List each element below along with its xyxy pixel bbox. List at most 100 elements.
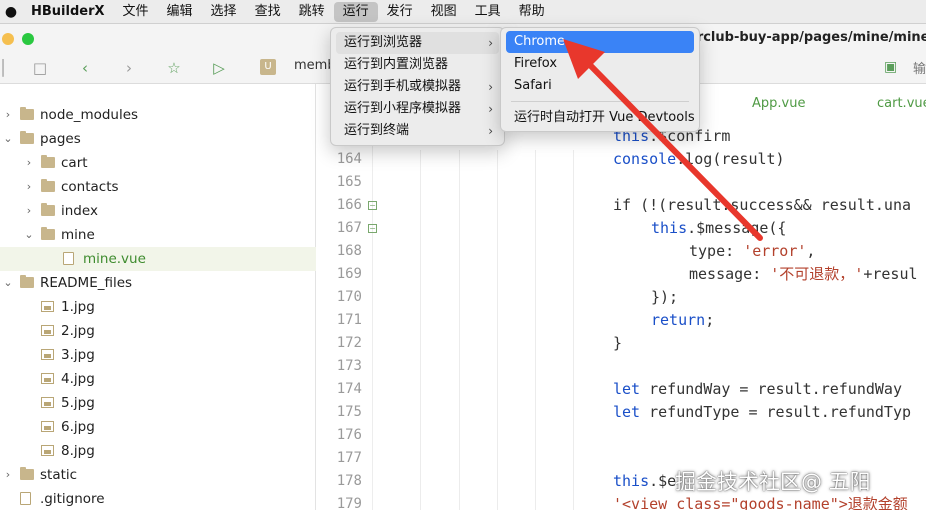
back-icon[interactable]: ‹ bbox=[76, 59, 94, 77]
tab-cart-vue[interactable]: cart.vue bbox=[877, 96, 926, 111]
chevron-right-icon: › bbox=[488, 102, 493, 116]
menu-find[interactable]: 查找 bbox=[246, 0, 290, 24]
tree-item-static[interactable]: › static bbox=[0, 463, 316, 487]
tree-item-label: .gitignore bbox=[40, 491, 105, 507]
tree-item-cart[interactable]: › cart bbox=[0, 151, 316, 175]
menu-select[interactable]: 选择 bbox=[202, 0, 246, 24]
fold-icon[interactable]: − bbox=[368, 224, 377, 233]
line-number: 176 bbox=[336, 427, 362, 443]
menu-goto[interactable]: 跳转 bbox=[290, 0, 334, 24]
tree-item-label: README_files bbox=[40, 275, 133, 291]
tree-item-contacts[interactable]: › contacts bbox=[0, 175, 316, 199]
watermark: 掘金技术社区@ 五阳 bbox=[675, 470, 871, 494]
tree-item-8-jpg[interactable]: 8.jpg bbox=[0, 439, 316, 463]
code-line: }); bbox=[651, 286, 678, 309]
line-number: 165 bbox=[336, 174, 362, 190]
menu-item-firefox[interactable]: Firefox bbox=[506, 53, 694, 75]
chevron-right-icon[interactable]: › bbox=[2, 463, 14, 487]
tree-item-label: cart bbox=[61, 155, 88, 171]
tree-item-readme-files[interactable]: ⌄ README_files bbox=[0, 271, 316, 295]
tree-item-pages[interactable]: ⌄ pages bbox=[0, 127, 316, 151]
line-number: 170 bbox=[336, 289, 362, 305]
line-number: 174 bbox=[336, 381, 362, 397]
code-line: if (!(result.success&& result.una bbox=[613, 194, 911, 217]
menu-edit[interactable]: 编辑 bbox=[158, 0, 202, 24]
chevron-right-icon[interactable]: › bbox=[2, 103, 14, 127]
vue-file-icon: U bbox=[260, 59, 276, 75]
menu-item-label: 运行到内置浏览器 bbox=[344, 57, 449, 72]
tree-item-label: 2.jpg bbox=[61, 323, 95, 339]
code-token: let bbox=[613, 403, 641, 421]
menu-item-vue-devtools[interactable]: 运行时自动打开 Vue Devtools bbox=[506, 107, 695, 129]
menu-help[interactable]: 帮助 bbox=[510, 0, 554, 24]
menu-item-run-browser[interactable]: 运行到浏览器 › bbox=[336, 32, 499, 54]
chevron-right-icon: › bbox=[488, 124, 493, 138]
chevron-right-icon[interactable]: › bbox=[23, 175, 35, 199]
preview-icon[interactable]: ▣ bbox=[884, 59, 897, 75]
minimize-button[interactable] bbox=[2, 33, 14, 45]
folder-icon bbox=[41, 203, 55, 216]
chevron-down-icon[interactable]: ⌄ bbox=[2, 127, 14, 151]
menu-publish[interactable]: 发行 bbox=[378, 0, 422, 24]
chevron-down-icon[interactable]: ⌄ bbox=[23, 223, 35, 247]
code-line: message: '不可退款，'+resul bbox=[689, 263, 918, 286]
indent-guide bbox=[573, 150, 574, 510]
menu-item-run-builtin-browser[interactable]: 运行到内置浏览器 bbox=[336, 54, 499, 76]
code-token: }); bbox=[651, 288, 679, 306]
run-icon[interactable]: ▷ bbox=[210, 59, 228, 77]
menu-item-chrome[interactable]: Chrome bbox=[506, 31, 694, 53]
code-line: console.log(result) bbox=[613, 148, 785, 171]
save-icon[interactable]: □ bbox=[31, 59, 49, 77]
code-line: } bbox=[613, 332, 622, 355]
tree-item-6-jpg[interactable]: 6.jpg bbox=[0, 415, 316, 439]
tree-item-gitignore[interactable]: .gitignore bbox=[0, 487, 316, 510]
chevron-right-icon: › bbox=[488, 36, 493, 50]
line-number: 173 bbox=[336, 358, 362, 374]
chevron-down-icon[interactable]: ⌄ bbox=[2, 271, 14, 295]
tree-item-1-jpg[interactable]: 1.jpg bbox=[0, 295, 316, 319]
tree-item-mine-vue[interactable]: mine.vue bbox=[0, 247, 316, 271]
menu-item-label: 运行到手机或模拟器 bbox=[344, 79, 462, 94]
code-token: 'error' bbox=[743, 242, 807, 260]
indent-guide bbox=[535, 150, 536, 510]
tree-item-label: pages bbox=[40, 131, 81, 147]
menu-item-safari[interactable]: Safari bbox=[506, 75, 694, 97]
tree-item-index[interactable]: › index bbox=[0, 199, 316, 223]
image-file-icon bbox=[41, 349, 54, 360]
folder-icon bbox=[41, 227, 55, 240]
tree-item-label: 5.jpg bbox=[61, 395, 95, 411]
preview-label[interactable]: 输 bbox=[913, 58, 926, 77]
menu-run[interactable]: 运行 bbox=[333, 1, 378, 22]
tree-item-4-jpg[interactable]: 4.jpg bbox=[0, 367, 316, 391]
star-icon[interactable]: ☆ bbox=[165, 59, 183, 77]
line-number: 175 bbox=[336, 404, 362, 420]
line-number: 169 bbox=[336, 266, 362, 282]
tree-item-2-jpg[interactable]: 2.jpg bbox=[0, 319, 316, 343]
apple-icon[interactable]: ● bbox=[0, 4, 22, 20]
tree-item-3-jpg[interactable]: 3.jpg bbox=[0, 343, 316, 367]
chevron-right-icon[interactable]: › bbox=[23, 199, 35, 223]
menu-view[interactable]: 视图 bbox=[422, 0, 466, 24]
menu-file[interactable]: 文件 bbox=[114, 0, 158, 24]
tree-item-5-jpg[interactable]: 5.jpg bbox=[0, 391, 316, 415]
tree-item-mine[interactable]: ⌄ mine bbox=[0, 223, 316, 247]
menu-item-run-miniprogram[interactable]: 运行到小程序模拟器 › bbox=[336, 98, 499, 120]
sidebar-toggle-icon[interactable]: │ bbox=[0, 59, 12, 77]
line-number: 168 bbox=[336, 243, 362, 259]
forward-icon[interactable]: › bbox=[120, 59, 138, 77]
tab-app-vue[interactable]: App.vue bbox=[752, 96, 805, 111]
menu-item-label: 运行到浏览器 bbox=[344, 35, 423, 50]
menu-hbuilderx[interactable]: HBuilderX bbox=[22, 0, 114, 24]
image-file-icon bbox=[41, 325, 54, 336]
line-number: 179 bbox=[336, 496, 362, 510]
menu-item-run-terminal[interactable]: 运行到终端 › bbox=[336, 120, 499, 142]
zoom-button[interactable] bbox=[22, 33, 34, 45]
menu-item-run-phone[interactable]: 运行到手机或模拟器 › bbox=[336, 76, 499, 98]
menu-bar: ● HBuilderX 文件 编辑 选择 查找 跳转 运行 发行 视图 工具 帮… bbox=[0, 0, 926, 24]
code-line: let refundWay = result.refundWay bbox=[613, 378, 902, 401]
menu-tools[interactable]: 工具 bbox=[466, 0, 510, 24]
code-token: } bbox=[613, 334, 623, 352]
fold-icon[interactable]: − bbox=[368, 201, 377, 210]
tree-item-node-modules[interactable]: › node_modules bbox=[0, 103, 316, 127]
chevron-right-icon[interactable]: › bbox=[23, 151, 35, 175]
